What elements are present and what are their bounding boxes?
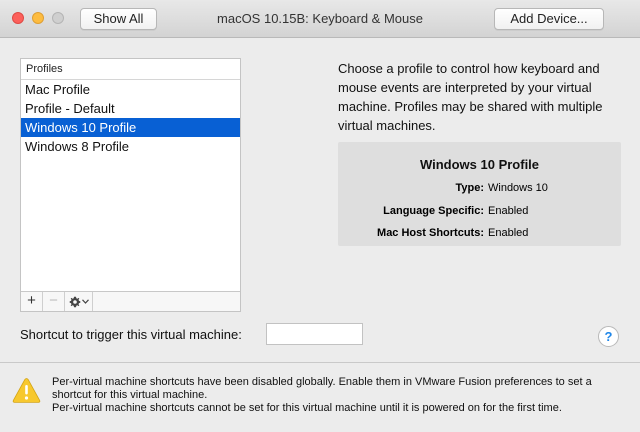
shortcut-input[interactable] bbox=[266, 323, 363, 345]
profile-info-box: Windows 10 Profile Type: Windows 10 Lang… bbox=[338, 142, 621, 246]
chevron-down-icon bbox=[81, 299, 89, 304]
info-label-shortcuts: Mac Host Shortcuts: bbox=[377, 227, 484, 239]
show-all-button[interactable]: Show All bbox=[80, 8, 157, 30]
minimize-window-button[interactable] bbox=[32, 12, 44, 24]
profile-item-mac[interactable]: Mac Profile bbox=[21, 80, 240, 99]
warning-area: Per-virtual machine shortcuts have been … bbox=[0, 363, 640, 432]
info-row-language: Language Specific: Enabled bbox=[338, 205, 621, 219]
profile-actions-menu[interactable] bbox=[65, 292, 93, 311]
title-bar: Show All macOS 10.15B: Keyboard & Mouse … bbox=[0, 0, 640, 38]
profile-item-windows-8[interactable]: Windows 8 Profile bbox=[21, 137, 240, 156]
add-profile-button[interactable]: + bbox=[21, 292, 43, 311]
help-button[interactable]: ? bbox=[598, 326, 619, 347]
profile-item-default[interactable]: Profile - Default bbox=[21, 99, 240, 118]
warning-line-1: Per-virtual machine shortcuts have been … bbox=[52, 376, 592, 401]
info-value-shortcuts: Enabled bbox=[488, 227, 529, 239]
warning-message: Per-virtual machine shortcuts have been … bbox=[52, 376, 632, 415]
remove-profile-button: − bbox=[43, 292, 65, 311]
info-label-language: Language Specific: bbox=[383, 205, 484, 217]
info-label-type: Type: bbox=[455, 182, 484, 194]
profiles-list-footer: + − bbox=[21, 291, 240, 311]
window-title: macOS 10.15B: Keyboard & Mouse bbox=[217, 11, 423, 26]
profile-description: Choose a profile to control how keyboard… bbox=[338, 61, 603, 133]
warning-line-2: Per-virtual machine shortcuts cannot be … bbox=[52, 402, 562, 414]
shortcut-label: Shortcut to trigger this virtual machine… bbox=[20, 327, 242, 342]
info-value-language: Enabled bbox=[488, 205, 529, 217]
warning-icon bbox=[12, 378, 41, 403]
profiles-header: Profiles bbox=[21, 59, 240, 80]
gear-icon bbox=[69, 296, 80, 307]
add-device-button[interactable]: Add Device... bbox=[494, 8, 604, 30]
info-row-type: Type: Windows 10 bbox=[338, 182, 621, 196]
info-row-shortcuts: Mac Host Shortcuts: Enabled bbox=[338, 227, 621, 241]
profile-item-windows-10[interactable]: Windows 10 Profile bbox=[21, 118, 240, 137]
close-window-button[interactable] bbox=[12, 12, 24, 24]
profiles-list: Profiles Mac Profile Profile - Default W… bbox=[20, 58, 241, 312]
info-value-type: Windows 10 bbox=[488, 182, 548, 194]
info-profile-title: Windows 10 Profile bbox=[419, 157, 540, 172]
zoom-window-button bbox=[52, 12, 64, 24]
